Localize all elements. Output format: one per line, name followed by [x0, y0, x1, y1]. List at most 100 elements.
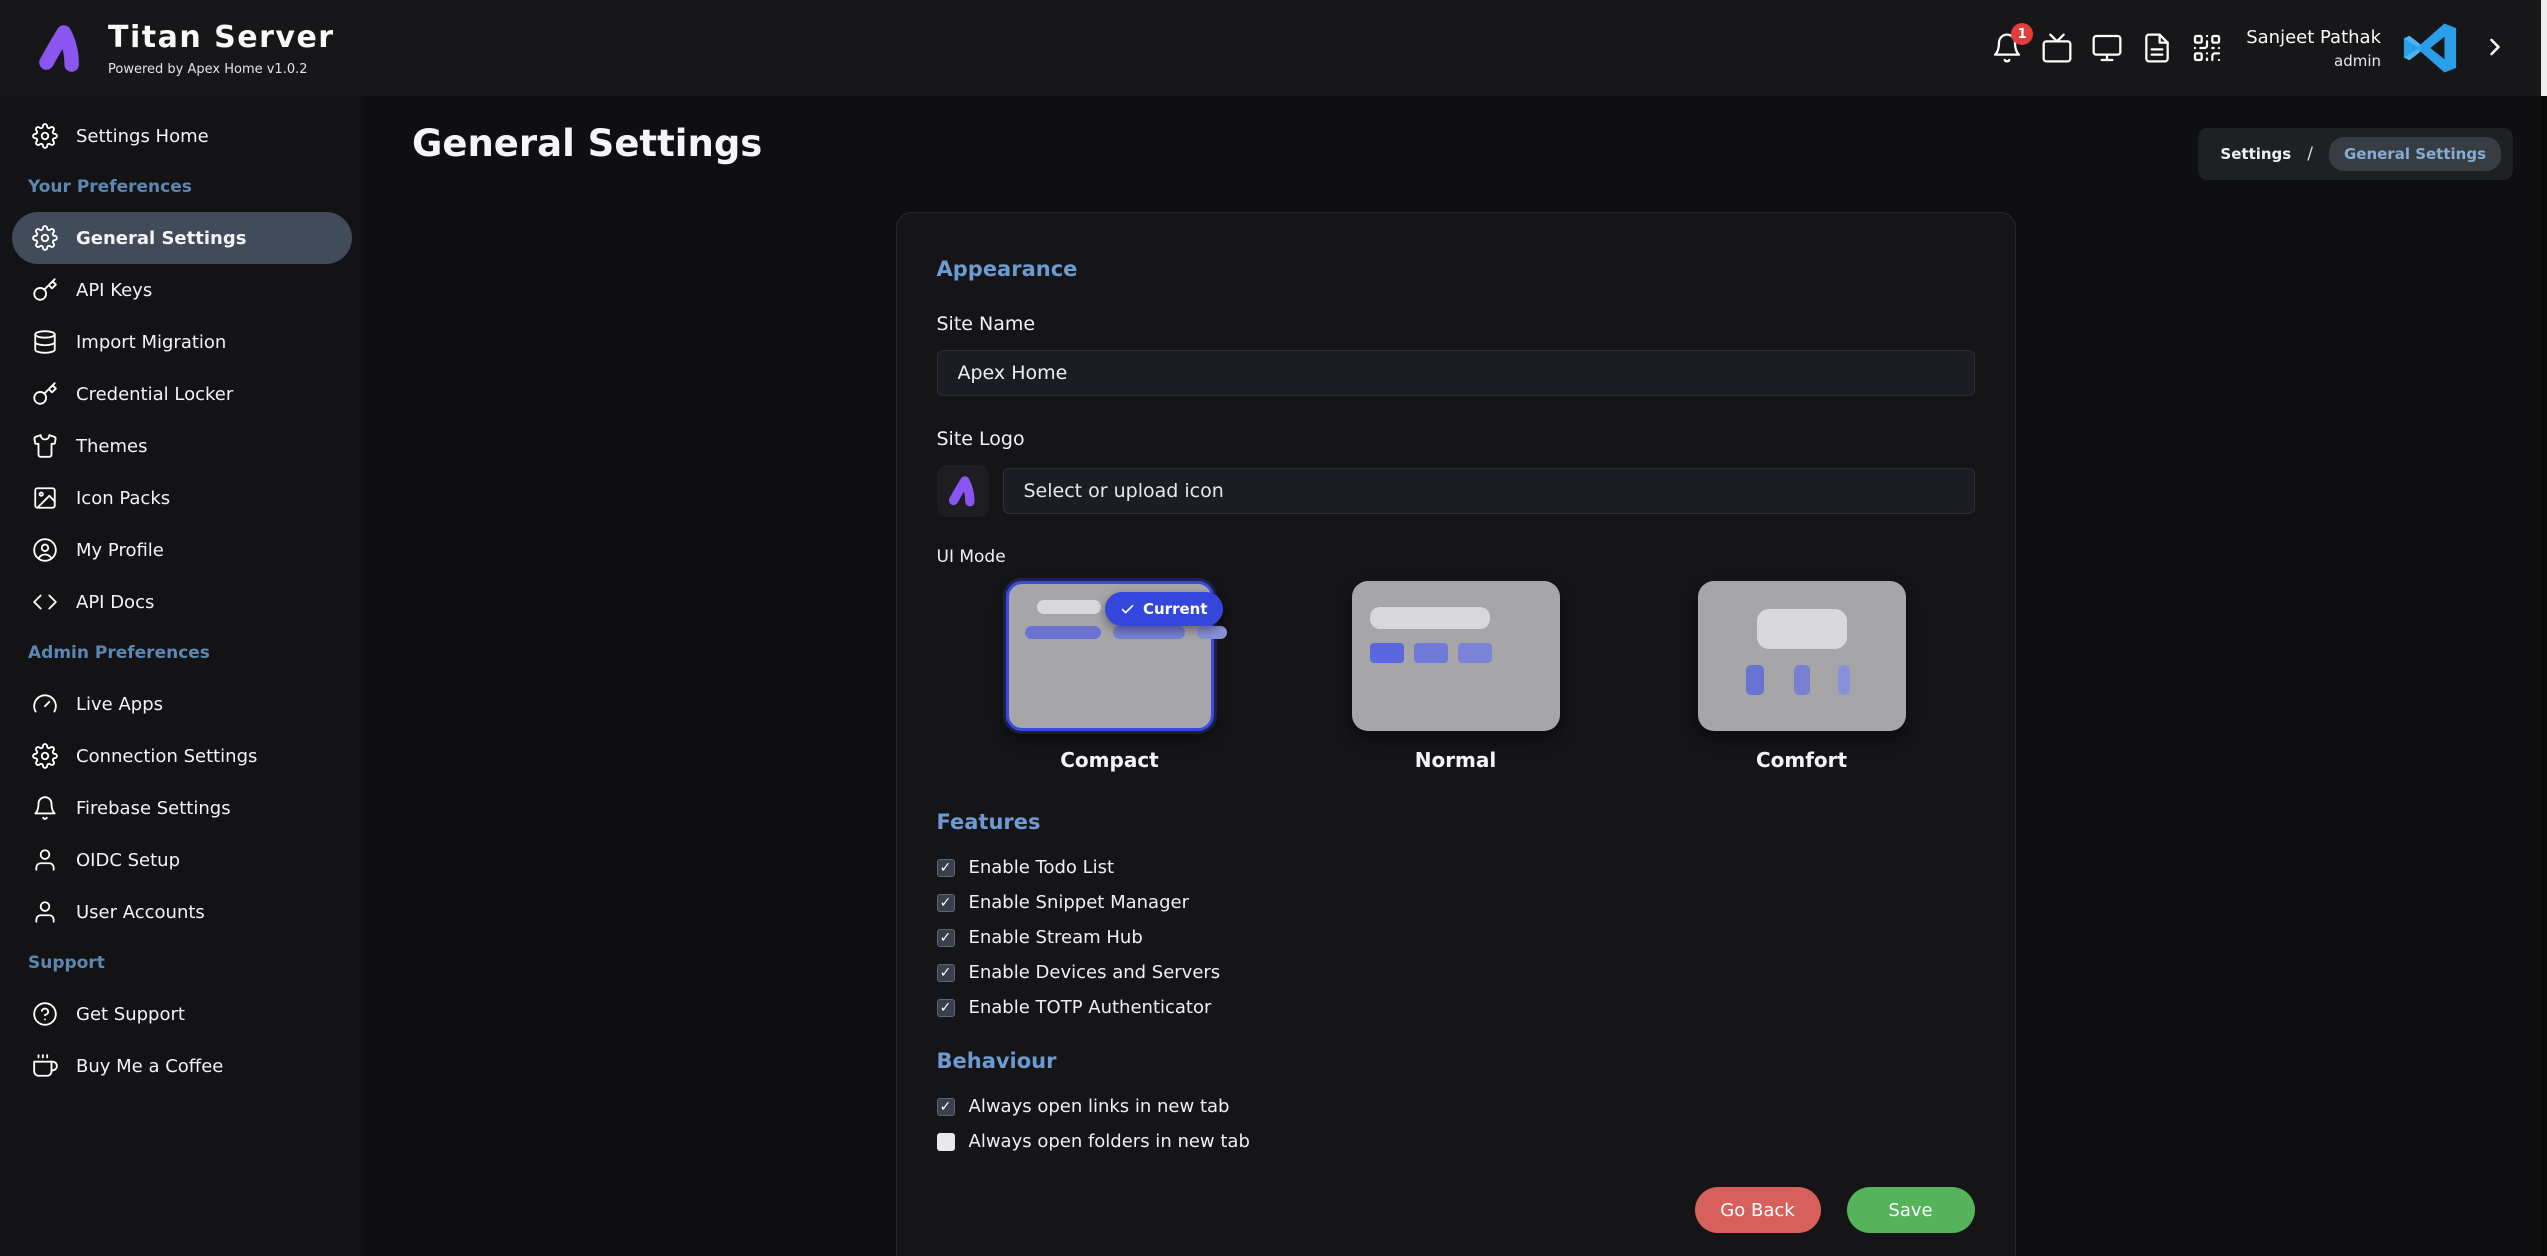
sidebar-section-your-preferences: Your Preferences	[0, 162, 364, 212]
user-role: admin	[2246, 52, 2381, 70]
site-logo-preview	[937, 465, 989, 517]
sidebar-item-label: API Docs	[76, 592, 154, 613]
sidebar-item-api-keys[interactable]: API Keys	[0, 264, 364, 316]
ui-mode-name: Normal	[1415, 748, 1497, 772]
gauge-icon	[32, 691, 58, 717]
save-button[interactable]: Save	[1847, 1187, 1975, 1233]
sidebar-item-label: Connection Settings	[76, 746, 257, 767]
sidebar-item-label: My Profile	[76, 540, 164, 561]
bell-icon	[32, 795, 58, 821]
top-bar: Titan Server Powered by Apex Home v1.0.2…	[0, 0, 2547, 96]
qr-code-icon	[2191, 32, 2223, 64]
scrollbar-thumb[interactable]	[2541, 0, 2547, 96]
ui-mode-name: Comfort	[1756, 748, 1847, 772]
sidebar-section-support: Support	[0, 938, 364, 988]
user-icon	[32, 847, 58, 873]
app-window: Titan Server Powered by Apex Home v1.0.2…	[0, 0, 2547, 1256]
checkbox-label: Enable Devices and Servers	[969, 962, 1221, 983]
document-icon	[2141, 32, 2173, 64]
key-icon	[32, 277, 58, 303]
main-content: General Settings Settings / General Sett…	[364, 96, 2547, 1256]
go-back-button[interactable]: Go Back	[1695, 1187, 1821, 1233]
brand: Titan Server Powered by Apex Home v1.0.2	[30, 17, 335, 79]
checkbox[interactable]	[937, 929, 955, 947]
page-title: General Settings	[412, 122, 762, 165]
page-scrollbar[interactable]	[2541, 0, 2547, 1256]
vscode-icon[interactable]	[2401, 19, 2459, 77]
sidebar: Settings Home Your Preferences General S…	[0, 96, 364, 1256]
behaviour-folders-new-tab: Always open folders in new tab	[937, 1124, 1975, 1159]
monitor-button[interactable]	[2090, 31, 2124, 65]
checkbox[interactable]	[937, 1098, 955, 1116]
site-logo-label: Site Logo	[937, 428, 1975, 450]
sidebar-item-api-docs[interactable]: API Docs	[0, 576, 364, 628]
checkbox[interactable]	[937, 1133, 955, 1151]
sidebar-item-label: Icon Packs	[76, 488, 170, 509]
key-icon	[32, 381, 58, 407]
gear-icon	[32, 743, 58, 769]
collapse-panel-button[interactable]	[2481, 33, 2511, 63]
apex-logo-icon	[30, 17, 92, 79]
sidebar-item-firebase-settings[interactable]: Firebase Settings	[0, 782, 364, 834]
checkbox[interactable]	[937, 859, 955, 877]
checkbox[interactable]	[937, 964, 955, 982]
ui-mode-comfort: Comfort	[1629, 581, 1975, 772]
app-subtitle: Powered by Apex Home v1.0.2	[108, 62, 335, 77]
checkbox-label: Always open links in new tab	[969, 1096, 1230, 1117]
feature-snippet-manager: Enable Snippet Manager	[937, 885, 1975, 920]
sidebar-item-credential-locker[interactable]: Credential Locker	[0, 368, 364, 420]
sidebar-item-label: Import Migration	[76, 332, 226, 353]
gear-icon	[32, 225, 58, 251]
sidebar-item-get-support[interactable]: Get Support	[0, 988, 364, 1040]
document-button[interactable]	[2140, 31, 2174, 65]
feature-stream-hub: Enable Stream Hub	[937, 920, 1975, 955]
sidebar-item-import-migration[interactable]: Import Migration	[0, 316, 364, 368]
behaviour-links-new-tab: Always open links in new tab	[937, 1089, 1975, 1124]
settings-card: Appearance Site Name Site Logo UI Mode	[896, 212, 2016, 1256]
sidebar-item-general-settings[interactable]: General Settings	[12, 212, 352, 264]
question-icon	[32, 1001, 58, 1027]
sidebar-item-label: Get Support	[76, 1004, 185, 1025]
ui-mode-normal-card[interactable]	[1352, 581, 1560, 731]
site-name-label: Site Name	[937, 313, 1975, 335]
breadcrumb-root[interactable]: Settings	[2220, 145, 2291, 163]
ui-mode-compact: Current Compact	[937, 581, 1283, 772]
checkbox-label: Enable Stream Hub	[969, 927, 1143, 948]
tv-icon	[2041, 32, 2073, 64]
sidebar-item-oidc-setup[interactable]: OIDC Setup	[0, 834, 364, 886]
ui-mode-comfort-card[interactable]	[1698, 581, 1906, 731]
sidebar-item-connection-settings[interactable]: Connection Settings	[0, 730, 364, 782]
code-icon	[32, 589, 58, 615]
tv-button[interactable]	[2040, 31, 2074, 65]
checkbox[interactable]	[937, 894, 955, 912]
site-logo-input[interactable]	[1003, 468, 1975, 514]
current-mode-badge: Current	[1105, 592, 1223, 626]
sidebar-item-themes[interactable]: Themes	[0, 420, 364, 472]
user-circle-icon	[32, 537, 58, 563]
feature-devices-servers: Enable Devices and Servers	[937, 955, 1975, 990]
ui-mode-compact-card[interactable]: Current	[1006, 581, 1214, 731]
site-name-input[interactable]	[937, 350, 1975, 396]
breadcrumb-current: General Settings	[2329, 137, 2501, 171]
breadcrumb-separator: /	[2307, 144, 2313, 164]
sidebar-item-label: Live Apps	[76, 694, 163, 715]
ui-mode-normal: Normal	[1283, 581, 1629, 772]
sidebar-item-label: General Settings	[76, 228, 246, 249]
shirt-icon	[32, 433, 58, 459]
database-icon	[32, 329, 58, 355]
sidebar-item-icon-packs[interactable]: Icon Packs	[0, 472, 364, 524]
feature-totp-authenticator: Enable TOTP Authenticator	[937, 990, 1975, 1025]
sidebar-item-live-apps[interactable]: Live Apps	[0, 678, 364, 730]
notifications-button[interactable]: 1	[1990, 31, 2024, 65]
qr-code-button[interactable]	[2190, 31, 2224, 65]
user-block[interactable]: Sanjeet Pathak admin	[2246, 27, 2381, 70]
ui-mode-options: Current Compact Normal	[937, 581, 1975, 772]
behaviour-options: Always open links in new tab Always open…	[937, 1089, 1975, 1159]
user-name: Sanjeet Pathak	[2246, 27, 2381, 48]
sidebar-item-my-profile[interactable]: My Profile	[0, 524, 364, 576]
sidebar-item-label: Firebase Settings	[76, 798, 231, 819]
sidebar-item-settings-home[interactable]: Settings Home	[0, 110, 364, 162]
sidebar-item-buy-me-a-coffee[interactable]: Buy Me a Coffee	[0, 1040, 364, 1092]
checkbox[interactable]	[937, 999, 955, 1017]
sidebar-item-user-accounts[interactable]: User Accounts	[0, 886, 364, 938]
